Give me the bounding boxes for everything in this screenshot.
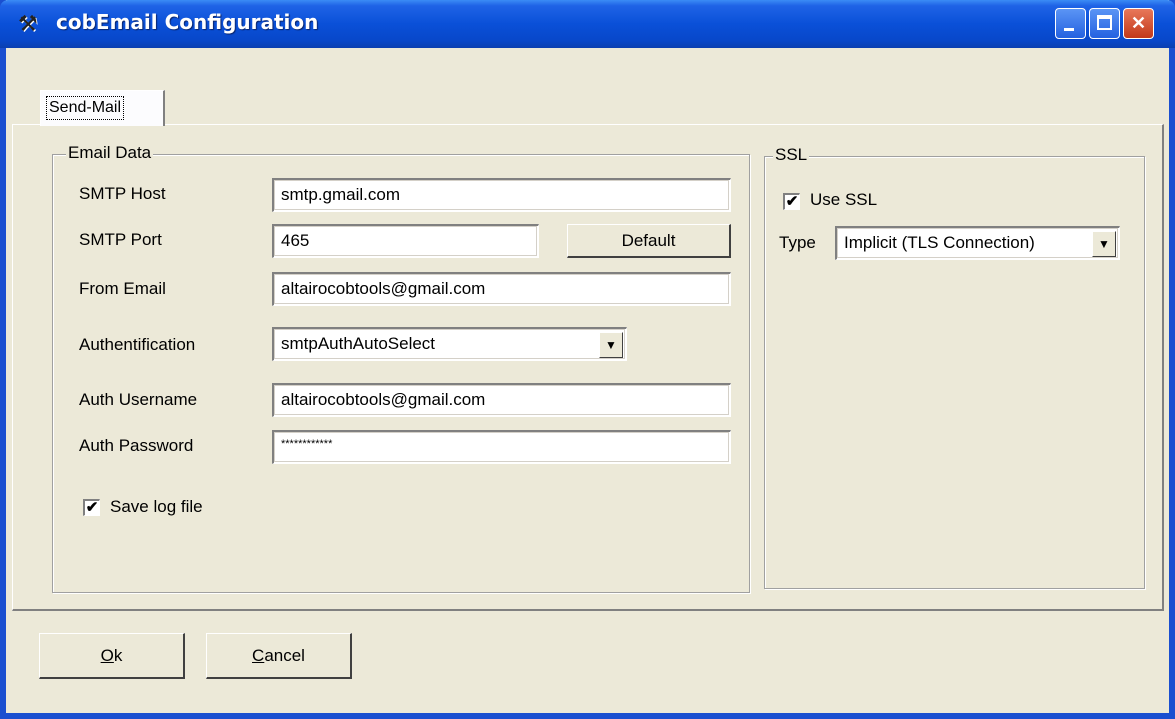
smtp-port-input[interactable]: 465 [272, 224, 539, 258]
smtp-host-input[interactable]: smtp.gmail.com [272, 178, 731, 212]
minimize-icon [1064, 28, 1074, 31]
auth-username-label: Auth Username [79, 390, 198, 409]
ssl-type-select[interactable]: Implicit (TLS Connection) ▼ [835, 226, 1120, 260]
authentification-select[interactable]: smtpAuthAutoSelect ▼ [272, 327, 627, 361]
chevron-down-icon[interactable]: ▼ [599, 332, 623, 358]
auth-password-label: Auth Password [79, 436, 194, 455]
save-log-label: Save log file [110, 497, 203, 516]
use-ssl-label: Use SSL [810, 190, 878, 209]
auth-username-input[interactable]: altairocobtools@gmail.com [272, 383, 731, 417]
authentification-value: smtpAuthAutoSelect [281, 334, 436, 353]
from-email-input[interactable]: altairocobtools@gmail.com [272, 272, 731, 306]
tab-send-mail[interactable]: Send-Mail [40, 90, 165, 126]
config-window: ⚒ cobEmail Configuration ✕ Send-Mail Ema… [0, 0, 1175, 719]
window-title: cobEmail Configuration [56, 10, 319, 34]
ssl-type-label: Type [779, 233, 816, 252]
ok-accel: O [100, 646, 114, 665]
smtp-host-label: SMTP Host [79, 184, 166, 203]
close-button[interactable]: ✕ [1123, 8, 1154, 39]
tools-icon: ⚒ [18, 11, 38, 36]
ok-rest: k [113, 646, 123, 665]
ssl-legend: SSL [773, 145, 810, 165]
cancel-rest: ancel [264, 646, 305, 665]
from-email-label: From Email [79, 279, 166, 298]
use-ssl-checkbox[interactable]: ✔ [783, 193, 800, 210]
title-bar[interactable]: ⚒ cobEmail Configuration ✕ [0, 0, 1175, 48]
minimize-button[interactable] [1055, 8, 1086, 39]
close-icon: ✕ [1130, 13, 1147, 33]
ok-button[interactable]: Ok [39, 633, 185, 679]
tab-send-mail-label: Send-Mail [46, 96, 125, 120]
chevron-down-icon[interactable]: ▼ [1092, 231, 1116, 257]
maximize-icon [1097, 15, 1112, 30]
ssl-group [764, 156, 1145, 589]
cancel-accel: C [252, 646, 265, 665]
authentification-label: Authentification [79, 335, 196, 354]
ssl-type-value: Implicit (TLS Connection) [844, 233, 1035, 252]
auth-password-input[interactable]: ************ [272, 430, 731, 464]
cancel-button[interactable]: Cancel [206, 633, 352, 679]
default-button[interactable]: Default [567, 224, 731, 258]
save-log-checkbox[interactable]: ✔ [83, 499, 100, 516]
email-data-group [52, 154, 750, 593]
maximize-button[interactable] [1089, 8, 1120, 39]
smtp-port-label: SMTP Port [79, 230, 162, 249]
email-data-legend: Email Data [66, 143, 154, 163]
